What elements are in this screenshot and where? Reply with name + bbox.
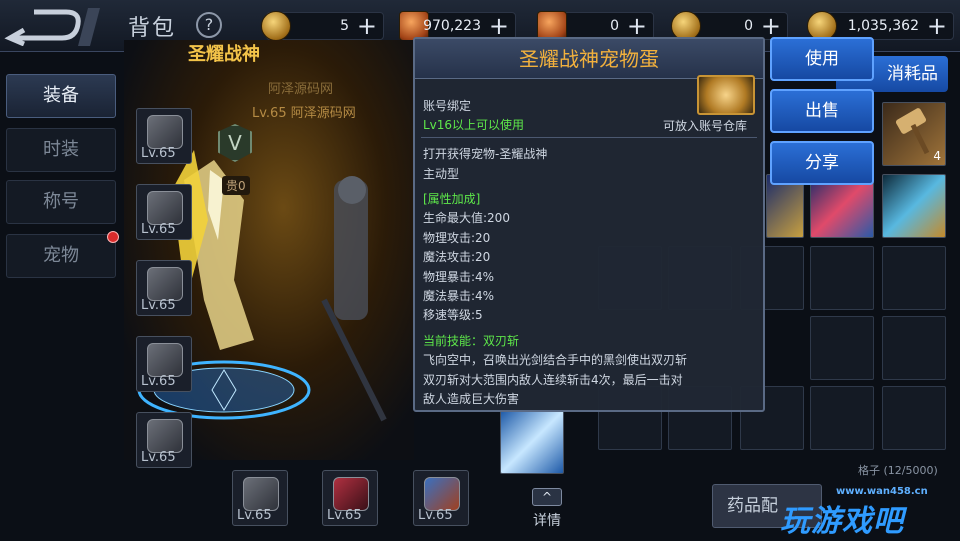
character-guild: 阿泽源码网 (268, 82, 334, 97)
tab-equipment[interactable]: 装备 (6, 74, 116, 118)
equipment-icon (147, 191, 183, 225)
attr-hp: 生命最大值:200 (423, 211, 510, 225)
equipment-icon (147, 343, 183, 377)
add-resource-3-button[interactable]: + (627, 14, 647, 38)
resource-3: 0 + (537, 11, 654, 41)
skill-line-2: 双刃斩对大范围内敌人连续斩击4次，最后一击对 (423, 373, 683, 387)
equip-slot-level: Lv.65 (237, 508, 272, 523)
equip-slot-level: Lv.65 (141, 374, 176, 389)
equip-slot-8[interactable]: Lv.65 (413, 470, 469, 526)
equip-slot-7[interactable]: Lv.65 (322, 470, 378, 526)
skill-header: 当前技能：双刃斩 (423, 334, 520, 348)
equip-slot-level: Lv.65 (141, 298, 176, 313)
inventory-capacity: 格子 (12/5000) (858, 464, 938, 477)
share-button[interactable]: 分享 (770, 141, 874, 185)
attr-speed: 移速等级:5 (423, 308, 483, 322)
add-resource-1-button[interactable]: + (357, 14, 377, 38)
add-resource-2-button[interactable]: + (489, 14, 509, 38)
use-button[interactable]: 使用 (770, 37, 874, 81)
level-requirement: Lv16以上可以使用 (423, 118, 525, 132)
help-button[interactable]: ? (196, 12, 222, 38)
resource-2: 970,223 + (399, 11, 516, 41)
attr-matk: 魔法攻击:20 (423, 250, 491, 264)
resource-5: 1,035,362 + (807, 11, 954, 41)
character-level: Lv.65 阿泽源码网 (252, 106, 356, 121)
attr-patk: 物理攻击:20 (423, 231, 491, 245)
inventory-slot[interactable] (810, 386, 874, 450)
chevron-up-icon: ^ (532, 488, 562, 506)
resource-3-value: 0 (610, 18, 619, 34)
back-arrow-icon[interactable] (4, 4, 104, 46)
detail-button[interactable]: ^ 详情 (527, 488, 567, 532)
inventory-item-hammer[interactable]: 4 (882, 102, 946, 166)
equip-slot-2[interactable]: Lv.65 (136, 184, 192, 240)
inventory-item-staff[interactable] (882, 174, 946, 238)
resource-1-value: 5 (340, 18, 349, 34)
skill-line-1: 飞向空中，召唤出光剑结合手中的黑剑使出双刃斩 (423, 353, 688, 367)
item-title: 圣耀战神宠物蛋 (415, 39, 763, 79)
resource-4-value: 0 (744, 18, 753, 34)
detail-label: 详情 (533, 513, 561, 529)
tab-pet[interactable]: 宠物 (6, 231, 119, 278)
equipment-icon (147, 115, 183, 149)
item-count: 4 (933, 149, 941, 163)
equip-slot-4[interactable]: Lv.65 (136, 336, 192, 392)
noble-rank: 贵0 (222, 176, 250, 195)
divider (421, 137, 757, 138)
tab-fashion[interactable]: 时装 (6, 128, 116, 172)
pet-type: 主动型 (423, 167, 460, 181)
notification-dot (107, 231, 119, 243)
sell-button[interactable]: 出售 (770, 89, 874, 133)
equipment-icon (243, 477, 279, 511)
equip-slot-level: Lv.65 (418, 508, 453, 523)
inventory-slot[interactable] (882, 386, 946, 450)
equipment-icon (333, 477, 369, 511)
equip-slot-3[interactable]: Lv.65 (136, 260, 192, 316)
storage-text: 可放入账号仓库 (663, 119, 748, 133)
equip-slot-1[interactable]: Lv.65 (136, 108, 192, 164)
tab-pet-label: 宠物 (43, 245, 79, 266)
skill-line-3: 敌人造成巨大伤害 (423, 392, 520, 406)
inventory-slot[interactable] (810, 316, 874, 380)
equip-slot-level: Lv.65 (141, 450, 176, 465)
equip-slot-level: Lv.65 (327, 508, 362, 523)
equip-slot-6[interactable]: Lv.65 (232, 470, 288, 526)
equip-slot-level: Lv.65 (141, 222, 176, 237)
pet-egg-icon (697, 75, 755, 115)
add-resource-5-button[interactable]: + (927, 14, 947, 38)
equip-slot-5[interactable]: Lv.65 (136, 412, 192, 468)
resource-2-value: 970,223 (423, 18, 481, 34)
inventory-slot[interactable] (810, 246, 874, 310)
tab-title[interactable]: 称号 (6, 180, 116, 224)
page-title: 背包 (128, 16, 177, 41)
equipment-icon (147, 267, 183, 301)
inventory-item-water[interactable] (500, 410, 564, 474)
character-name: 圣耀战神 (188, 44, 260, 65)
open-desc: 打开获得宠物-圣耀战神 (423, 147, 548, 161)
watermark-logo: www.wan458.cn 玩游戏吧 (780, 482, 952, 539)
resource-1: 5 + (261, 11, 384, 41)
equip-slot-level: Lv.65 (141, 146, 176, 161)
binding-text: 账号绑定 (423, 99, 472, 113)
add-resource-4-button[interactable]: + (761, 14, 781, 38)
coin-gold-icon (261, 11, 291, 41)
item-tooltip: 圣耀战神宠物蛋 账号绑定 Lv16以上可以使用 可放入账号仓库 打开获得宠物-圣… (413, 37, 765, 412)
attr-pcrit: 物理暴击:4% (423, 270, 495, 284)
resource-4: 0 + (671, 11, 788, 41)
equipment-icon (424, 477, 460, 511)
inventory-slot[interactable] (882, 316, 946, 380)
attr-mcrit: 魔法暴击:4% (423, 289, 495, 303)
equipment-icon (147, 419, 183, 453)
watermark-text: 玩游戏吧 (780, 504, 904, 539)
inventory-slot[interactable] (882, 246, 946, 310)
resource-5-value: 1,035,362 (847, 18, 919, 34)
attr-header: [属性加成] (423, 192, 481, 206)
